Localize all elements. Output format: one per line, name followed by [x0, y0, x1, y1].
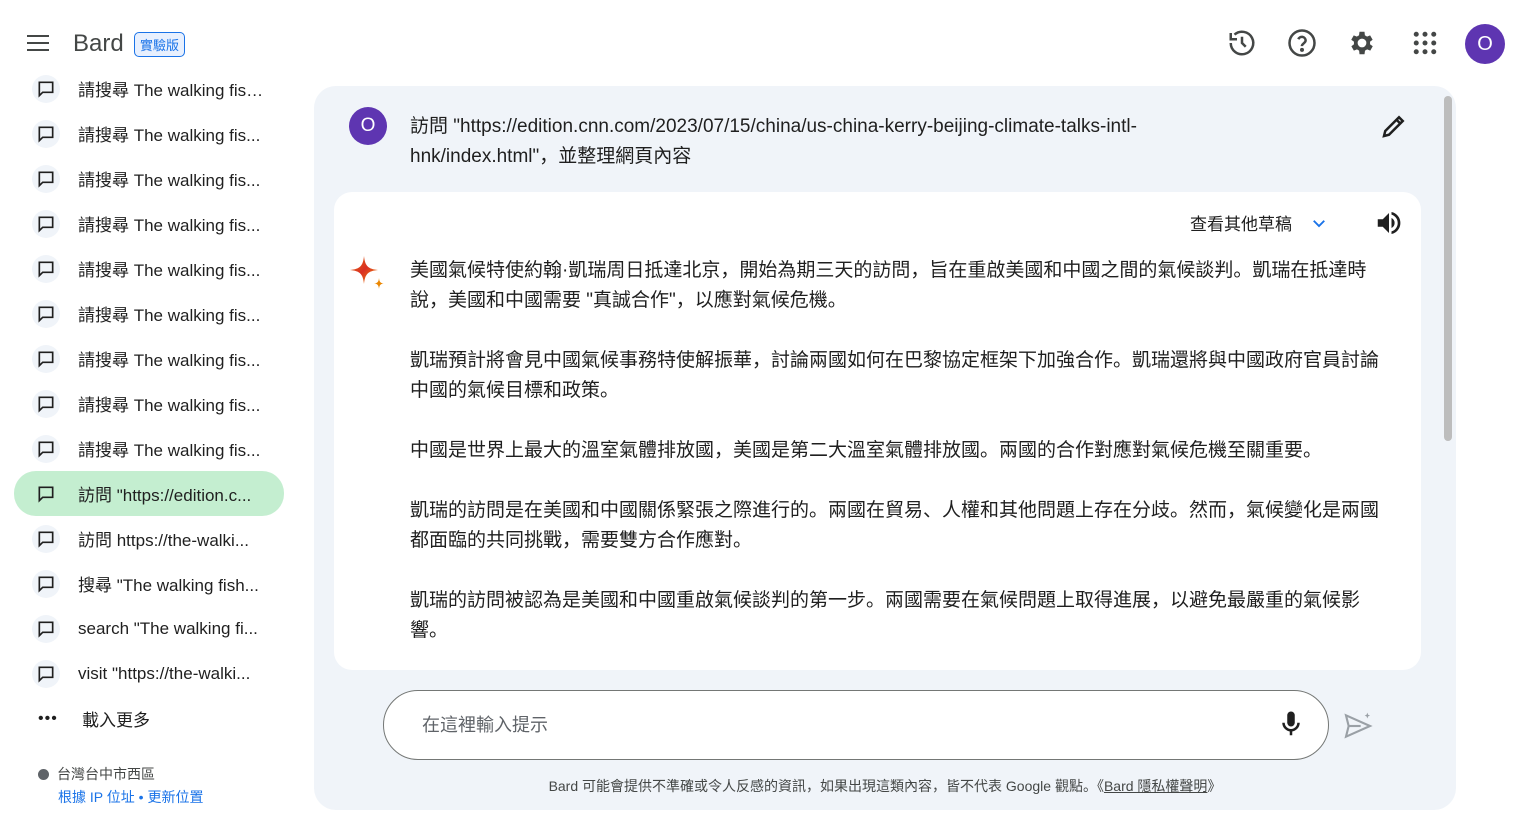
chat-bubble-icon [32, 74, 60, 103]
location-links: 根據 IP 位址 • 更新位置 [58, 787, 203, 807]
chat-bubble-icon [32, 299, 60, 328]
sidebar-chat-item[interactable]: 請搜尋 The walking fis... [14, 381, 284, 426]
recent-chats-list: 請搜尋 The walking fish... 請搜尋 The walking f… [14, 70, 284, 696]
chat-item-label: search "The walking fi... [78, 618, 258, 638]
sidebar-chat-item[interactable]: 請搜尋 The walking fis... [14, 156, 284, 201]
chat-item-label: 請搜尋 The walking fis... [78, 306, 261, 325]
chat-item-label: 請搜尋 The walking fis... [78, 396, 261, 415]
load-more-label: 載入更多 [82, 711, 150, 730]
response-body: 美國氣候特使約翰·凱瑞周日抵達北京，開始為期三天的訪問，旨在重啟美國和中國之間的… [410, 256, 1380, 670]
response-paragraph: 中國是世界上最大的溫室氣體排放國，美國是第二大溫室氣體排放國。兩國的合作對應對氣… [410, 440, 1323, 461]
chevron-down-icon [1313, 219, 1325, 227]
settings-icon[interactable] [1347, 28, 1377, 58]
chat-item-label: 請搜尋 The walking fis... [78, 351, 261, 370]
sidebar-chat-item[interactable]: visit "https://the-walki... [14, 651, 284, 696]
query-avatar: O [349, 107, 387, 145]
chat-item-label: visit "https://the-walki... [78, 663, 251, 683]
disclaimer-end: 》 [1207, 778, 1222, 794]
chat-bubble-icon [32, 524, 60, 553]
speaker-icon[interactable] [1374, 208, 1404, 238]
chat-item-label: 請搜尋 The walking fis... [78, 126, 261, 145]
chat-item-label: 搜尋 "The walking fish... [78, 576, 259, 595]
sidebar-chat-item[interactable]: 請搜尋 The walking fis... [14, 426, 284, 471]
user-avatar[interactable]: O [1465, 24, 1505, 64]
help-icon[interactable] [1287, 28, 1317, 58]
chat-bubble-icon [32, 389, 60, 418]
sidebar-chat-item[interactable]: 請搜尋 The walking fis... [14, 336, 284, 381]
chat-item-label: 訪問 "https://edition.c... [78, 486, 252, 505]
disclaimer-text: Bard 可能會提供不準確或令人反感的資訊，如果出現這類內容，皆不代表 Goog… [548, 778, 1104, 794]
location-dot-icon [38, 769, 49, 780]
chat-bubble-icon [32, 254, 60, 283]
sidebar-chat-item[interactable]: 請搜尋 The walking fis... [14, 291, 284, 336]
sidebar-chat-item[interactable]: 訪問 "https://edition.c... [14, 471, 284, 516]
sidebar-chat-item[interactable]: search "The walking fi... [14, 606, 284, 651]
sidebar-chat-item[interactable]: 搜尋 "The walking fish... [14, 561, 284, 606]
user-query: 訪問 "https://edition.cnn.com/2023/07/15/c… [410, 116, 1137, 167]
brand-title: Bard [73, 30, 124, 57]
chat-item-label: 請搜尋 The walking fis... [78, 261, 261, 280]
chat-item-label: 請搜尋 The walking fis... [78, 216, 261, 235]
update-location-link[interactable]: 更新位置 [147, 789, 203, 805]
chat-bubble-icon [32, 209, 60, 238]
response-paragraph: 美國氣候特使約翰·凱瑞周日抵達北京，開始為期三天的訪問，旨在重啟美國和中國之間的… [410, 260, 1367, 311]
send-icon[interactable] [1342, 710, 1374, 742]
location-separator: • [134, 789, 148, 805]
more-dots-icon: ••• [38, 709, 58, 727]
load-more-button[interactable]: ••• 載入更多 [38, 706, 150, 731]
menu-icon[interactable] [24, 30, 52, 58]
microphone-icon[interactable] [1276, 709, 1306, 739]
ip-location-link[interactable]: 根據 IP 位址 [58, 789, 135, 805]
sidebar-chat-item[interactable]: 請搜尋 The walking fis... [14, 246, 284, 291]
chat-item-label: 請搜尋 The walking fis... [78, 441, 261, 460]
history-icon[interactable] [1227, 28, 1257, 58]
chat-item-label: 請搜尋 The walking fish... [78, 81, 268, 100]
drafts-label: 查看其他草稿 [1190, 215, 1292, 234]
response-paragraph: 凱瑞的訪問被認為是美國和中國重啟氣候談判的第一步。兩國需要在氣候問題上取得進展，… [410, 590, 1361, 641]
scrollbar[interactable] [1444, 96, 1452, 441]
privacy-link[interactable]: Bard 隱私權聲明 [1104, 778, 1207, 794]
sidebar: 請搜尋 The walking fish... 請搜尋 The walking f… [0, 70, 300, 837]
sidebar-chat-item[interactable]: 請搜尋 The walking fis... [14, 201, 284, 246]
chat-item-label: 訪問 https://the-walki... [78, 531, 249, 550]
chat-bubble-icon [32, 480, 60, 508]
bard-sparkle-icon [350, 256, 384, 289]
location-name: 台灣台中市西區 [57, 766, 155, 782]
edit-pencil-icon[interactable] [1379, 111, 1409, 141]
sidebar-chat-item[interactable]: 訪問 https://the-walki... [14, 516, 284, 561]
chat-bubble-icon [32, 344, 60, 373]
response-paragraph: 凱瑞的訪問是在美國和中國關係緊張之際進行的。兩國在貿易、人權和其他問題上存在分歧… [410, 500, 1380, 551]
chat-bubble-icon [32, 119, 60, 148]
location-text: 台灣台中市西區 [38, 764, 155, 784]
disclaimer: Bard 可能會提供不準確或令人反感的資訊，如果出現這類內容，皆不代表 Goog… [314, 776, 1456, 796]
chat-bubble-icon [32, 659, 60, 688]
chat-bubble-icon [32, 569, 60, 598]
chat-item-label: 請搜尋 The walking fis... [78, 171, 261, 190]
sidebar-chat-item[interactable]: 請搜尋 The walking fis... [14, 111, 284, 156]
chat-bubble-icon [32, 164, 60, 193]
sidebar-chat-item[interactable]: 請搜尋 The walking fish... [14, 70, 284, 111]
conversation-panel: O 訪問 "https://edition.cnn.com/2023/07/15… [314, 86, 1456, 810]
response-paragraph: 凱瑞預計將會見中國氣候事務特使解振華，討論兩國如何在巴黎協定框架下加強合作。凱瑞… [410, 350, 1380, 401]
apps-grid-icon[interactable] [1410, 28, 1440, 58]
experiment-badge: 實驗版 [134, 32, 186, 57]
chat-bubble-icon [32, 614, 60, 643]
prompt-input[interactable] [422, 711, 1242, 739]
view-drafts-button[interactable]: 查看其他草稿 [1190, 210, 1328, 235]
chat-bubble-icon [32, 434, 60, 463]
response-card: 查看其他草稿 美國氣候特使約翰·凱瑞周日抵達北京，開始為期三天的訪問，旨在重啟美… [334, 192, 1421, 670]
prompt-box [383, 690, 1329, 760]
